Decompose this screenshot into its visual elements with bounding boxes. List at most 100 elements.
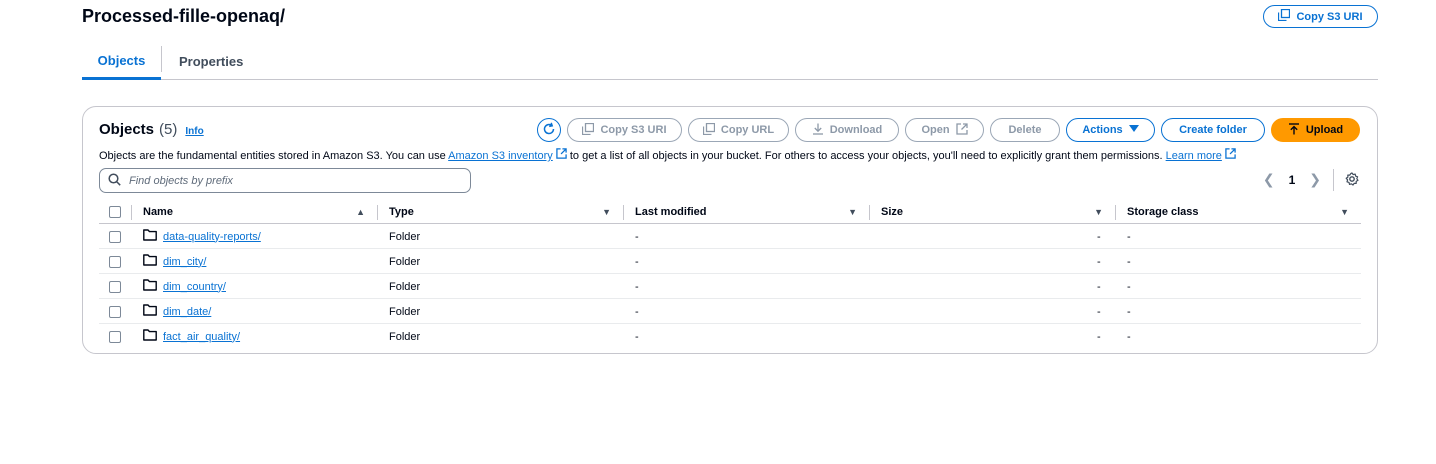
folder-icon — [143, 254, 157, 269]
table-row[interactable]: dim_date/ Folder - - - — [99, 299, 1361, 324]
size-cell: - — [1097, 230, 1101, 243]
row-checkbox[interactable] — [109, 305, 121, 318]
copy-s3-uri-button[interactable]: Copy S3 URI — [567, 118, 682, 142]
name-cell: dim_country/ — [143, 274, 226, 299]
last-modified-cell: - — [635, 305, 639, 318]
upload-label: Upload — [1305, 124, 1344, 136]
type-cell: Folder — [389, 330, 421, 343]
objects-toolbar: Copy S3 URI Copy URL Download Open Delet… — [537, 118, 1360, 142]
search-icon — [108, 172, 121, 189]
copy-icon — [702, 122, 716, 138]
upload-button[interactable]: Upload — [1271, 118, 1360, 142]
page-title: Processed-fille-openaq/ — [82, 6, 286, 26]
search-field[interactable] — [99, 168, 471, 193]
pagination: ❮ 1 ❯ — [1263, 171, 1321, 188]
table-body: data-quality-reports/ Folder - - - dim_c… — [99, 224, 1361, 349]
sort-caret-icon: ▼ — [602, 206, 611, 217]
type-cell: Folder — [389, 305, 421, 318]
column-header-name[interactable]: Name ▲ — [143, 200, 365, 223]
tab-objects[interactable]: Objects — [82, 44, 161, 80]
table-settings-button[interactable] — [1344, 171, 1360, 189]
info-link[interactable]: Info — [185, 126, 203, 137]
storage-class-cell: - — [1127, 280, 1131, 293]
panel-title: Objects — [99, 121, 155, 138]
folder-link[interactable]: dim_country/ — [163, 281, 226, 293]
column-header-type[interactable]: Type ▼ — [389, 200, 611, 223]
sort-ascending-icon: ▲ — [356, 206, 365, 217]
copy-s3-uri-header-button[interactable]: Copy S3 URI — [1263, 5, 1378, 28]
row-checkbox[interactable] — [109, 230, 121, 243]
select-all-cell — [109, 200, 123, 223]
panel-header: Objects (5) Info — [99, 121, 204, 138]
row-checkbox-cell — [109, 299, 121, 324]
table-row[interactable]: dim_city/ Folder - - - — [99, 249, 1361, 274]
current-page[interactable]: 1 — [1289, 173, 1296, 187]
storage-class-cell: - — [1127, 255, 1131, 268]
column-header-storage-class[interactable]: Storage class ▼ — [1127, 200, 1349, 223]
open-button[interactable]: Open — [905, 118, 984, 142]
folder-icon — [143, 304, 157, 319]
size-cell: - — [1097, 330, 1101, 343]
column-divider — [1115, 205, 1116, 220]
table-row[interactable]: dim_country/ Folder - - - — [99, 274, 1361, 299]
name-cell: data-quality-reports/ — [143, 224, 261, 249]
copy-icon — [582, 122, 595, 138]
type-cell: Folder — [389, 255, 421, 268]
table-row[interactable]: data-quality-reports/ Folder - - - — [99, 224, 1361, 249]
column-size-label: Size — [881, 205, 904, 218]
search-input[interactable] — [129, 174, 449, 187]
row-checkbox[interactable] — [109, 255, 121, 268]
folder-link[interactable]: dim_date/ — [163, 306, 211, 318]
objects-table: Name ▲ Type ▼ Last modified ▼ Size ▼ Sto… — [99, 200, 1361, 349]
actions-dropdown[interactable]: Actions — [1066, 118, 1155, 142]
copy-s3-uri-header-label: Copy S3 URI — [1296, 10, 1363, 23]
gear-icon — [1345, 171, 1359, 189]
description-text-1: Objects are the fundamental entities sto… — [99, 150, 449, 162]
delete-button[interactable]: Delete — [990, 118, 1060, 142]
refresh-button[interactable] — [537, 118, 561, 142]
column-storage-class-label: Storage class — [1127, 205, 1199, 218]
copy-url-button[interactable]: Copy URL — [688, 118, 789, 142]
column-divider — [623, 205, 624, 220]
s3-inventory-link[interactable]: Amazon S3 inventory — [448, 150, 553, 162]
row-checkbox[interactable] — [109, 280, 121, 293]
download-button[interactable]: Download — [795, 118, 899, 142]
copy-icon — [1278, 8, 1291, 24]
create-folder-button[interactable]: Create folder — [1161, 118, 1265, 142]
external-link-icon — [955, 122, 968, 138]
column-header-size[interactable]: Size ▼ — [881, 200, 1103, 223]
tab-bar: Objects Properties — [82, 44, 1378, 80]
learn-more-link[interactable]: Learn more — [1166, 150, 1222, 162]
chevron-right-icon[interactable]: ❯ — [1309, 171, 1321, 188]
actions-label: Actions — [1082, 124, 1123, 136]
folder-link[interactable]: fact_air_quality/ — [163, 331, 240, 343]
tab-properties[interactable]: Properties — [179, 44, 243, 79]
open-label: Open — [921, 124, 950, 136]
table-row[interactable]: fact_air_quality/ Folder - - - — [99, 324, 1361, 349]
objects-description: Objects are the fundamental entities sto… — [99, 148, 1236, 162]
chevron-left-icon[interactable]: ❮ — [1263, 171, 1275, 188]
column-last-modified-label: Last modified — [635, 205, 707, 218]
external-link-icon — [556, 148, 567, 162]
folder-link[interactable]: data-quality-reports/ — [163, 231, 261, 243]
row-checkbox[interactable] — [109, 330, 121, 343]
select-all-checkbox[interactable] — [109, 205, 121, 218]
folder-link[interactable]: dim_city/ — [163, 256, 206, 268]
column-divider — [869, 205, 870, 220]
size-cell: - — [1097, 280, 1101, 293]
table-header: Name ▲ Type ▼ Last modified ▼ Size ▼ Sto… — [99, 200, 1361, 224]
name-cell: dim_date/ — [143, 299, 211, 324]
folder-icon — [143, 279, 157, 294]
folder-icon — [143, 229, 157, 244]
name-cell: dim_city/ — [143, 249, 206, 274]
sort-caret-icon: ▼ — [1094, 206, 1103, 217]
column-header-last-modified[interactable]: Last modified ▼ — [635, 200, 857, 223]
type-cell: Folder — [389, 230, 421, 243]
folder-icon — [143, 329, 157, 344]
row-checkbox-cell — [109, 274, 121, 299]
sort-caret-icon: ▼ — [848, 206, 857, 217]
download-label: Download — [829, 124, 883, 136]
last-modified-cell: - — [635, 330, 639, 343]
description-text-2: to get a list of all objects in your buc… — [566, 150, 1166, 162]
tab-divider — [161, 46, 162, 72]
